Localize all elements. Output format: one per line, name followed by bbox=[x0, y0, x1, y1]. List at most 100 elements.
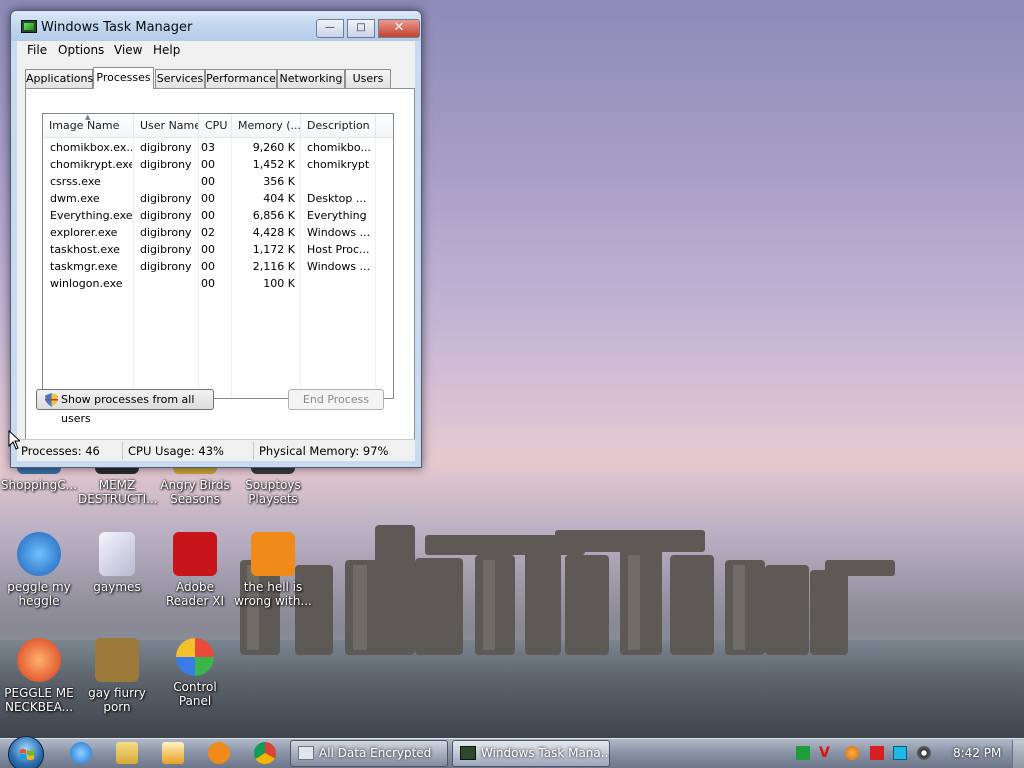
task-manager-icon bbox=[21, 20, 37, 33]
taskbar-task-all-data-encrypted[interactable]: All Data Encrypted bbox=[290, 740, 448, 767]
status-processes: Processes: 46 bbox=[21, 444, 100, 458]
table-cell: 03 bbox=[201, 141, 215, 154]
table-row[interactable]: dwm.exe digibrony 00 404 K Desktop ... bbox=[43, 190, 393, 207]
tray-antivirus-icon[interactable]: V bbox=[819, 746, 833, 760]
table-row[interactable]: taskhost.exe digibrony 00 1,172 K Host Proc.… bbox=[43, 241, 393, 258]
desktop-icon-peggle[interactable]: peggle my heggle bbox=[0, 532, 78, 608]
table-cell: digibrony bbox=[140, 260, 192, 273]
maximize-button[interactable]: □ bbox=[347, 19, 375, 38]
desktop-icon-control-panel[interactable]: Control Panel bbox=[156, 638, 234, 708]
column-image-name[interactable]: ▲ Image Name bbox=[43, 114, 134, 138]
table-cell: 404 K bbox=[263, 192, 295, 205]
table-cell: Everything.exe bbox=[50, 209, 132, 222]
desktop-icon-box[interactable]: gay fiurry porn bbox=[78, 638, 156, 714]
desktop-icon-label: ShoppingC... bbox=[0, 478, 78, 492]
table-cell: 00 bbox=[201, 175, 215, 188]
table-row[interactable]: winlogon.exe 00 100 K bbox=[43, 275, 393, 292]
task-label: All Data Encrypted bbox=[319, 746, 432, 760]
folder-icon bbox=[99, 532, 135, 576]
desktop-icon-label: gaymes bbox=[93, 580, 141, 594]
table-cell: 00 bbox=[201, 209, 215, 222]
uc-browser-icon bbox=[251, 532, 295, 576]
desktop-icon-label: Angry Birds Seasons bbox=[160, 478, 230, 506]
column-description[interactable]: Description bbox=[301, 114, 376, 138]
task-manager-icon bbox=[460, 746, 476, 760]
window-title: Windows Task Manager bbox=[41, 20, 193, 35]
table-cell bbox=[140, 275, 196, 292]
menu-file[interactable]: File bbox=[27, 43, 47, 57]
table-cell: 9,260 K bbox=[252, 141, 295, 154]
tab-services[interactable]: Services bbox=[155, 69, 205, 88]
tab-users[interactable]: Users bbox=[345, 69, 391, 88]
column-user-name[interactable]: User Name bbox=[134, 114, 199, 138]
menu-options[interactable]: Options bbox=[58, 43, 104, 57]
status-memory: Physical Memory: 97% bbox=[259, 444, 389, 458]
media-player-icon[interactable] bbox=[162, 742, 184, 764]
table-cell bbox=[307, 275, 373, 292]
chrome-icon[interactable] bbox=[254, 742, 276, 764]
tab-processes[interactable]: Processes bbox=[93, 67, 154, 89]
tray-flag-icon[interactable] bbox=[870, 746, 884, 760]
tray-display-icon[interactable] bbox=[893, 746, 907, 760]
table-row[interactable]: explorer.exe digibrony 02 4,428 K Windows ..… bbox=[43, 224, 393, 241]
box-app-icon bbox=[95, 638, 139, 682]
end-process-button[interactable]: End Process bbox=[288, 389, 384, 410]
table-cell: 356 K bbox=[263, 175, 295, 188]
desktop-icon-adobe-reader[interactable]: Adobe Reader XI bbox=[156, 532, 234, 608]
desktop-icon-label: the hell is wrong with... bbox=[234, 580, 312, 608]
status-bar: Processes: 46 CPU Usage: 43% Physical Me… bbox=[17, 439, 415, 461]
table-cell: 1,172 K bbox=[252, 243, 295, 256]
peggle-icon bbox=[17, 638, 61, 682]
process-list[interactable]: ▲ Image Name User Name CPU Memory (... D… bbox=[42, 113, 394, 399]
task-manager-window[interactable]: Windows Task Manager — □ ✕ File Options … bbox=[10, 10, 422, 468]
window-client: File Options View Help Applications Proc… bbox=[17, 41, 415, 461]
windows-logo-icon bbox=[20, 749, 34, 760]
minimize-button[interactable]: — bbox=[316, 19, 344, 38]
table-cell: digibrony bbox=[140, 158, 192, 171]
table-cell: digibrony bbox=[140, 192, 192, 205]
internet-explorer-icon[interactable] bbox=[70, 742, 92, 764]
tab-applications[interactable]: Applications bbox=[25, 69, 93, 88]
tray-search-icon[interactable] bbox=[845, 746, 859, 760]
desktop-icon-gaymes[interactable]: gaymes bbox=[78, 532, 156, 594]
title-bar[interactable]: Windows Task Manager — □ ✕ bbox=[11, 11, 421, 41]
table-cell: 4,428 K bbox=[252, 226, 295, 239]
taskbar-clock[interactable]: 8:42 PM bbox=[953, 746, 1001, 760]
table-cell: 100 K bbox=[263, 277, 295, 290]
menu-view[interactable]: View bbox=[114, 43, 142, 57]
table-cell: 2,116 K bbox=[252, 260, 295, 273]
uc-browser-icon[interactable] bbox=[208, 742, 230, 764]
status-divider bbox=[253, 442, 254, 460]
table-cell: taskmgr.exe bbox=[50, 260, 118, 273]
table-cell: Windows ... bbox=[307, 260, 371, 273]
table-cell: Host Proc... bbox=[307, 243, 370, 256]
tray-volume-icon[interactable] bbox=[917, 746, 931, 760]
tab-performance[interactable]: Performance bbox=[205, 69, 277, 88]
table-row[interactable]: taskmgr.exe digibrony 00 2,116 K Windows ... bbox=[43, 258, 393, 275]
process-list-header: ▲ Image Name User Name CPU Memory (... D… bbox=[43, 114, 393, 138]
desktop-icon-peggle-neckbeard[interactable]: PEGGLE ME NECKBEA... bbox=[0, 638, 78, 714]
table-row[interactable]: Everything.exe digibrony 00 6,856 K Everythi… bbox=[43, 207, 393, 224]
table-row[interactable]: csrss.exe 00 356 K bbox=[43, 173, 393, 190]
control-panel-icon bbox=[176, 638, 214, 676]
taskbar-task-task-manager[interactable]: Windows Task Mana... bbox=[452, 740, 610, 767]
show-all-processes-button[interactable]: Show processes from all users bbox=[36, 389, 214, 425]
table-cell: csrss.exe bbox=[50, 175, 101, 188]
windows-explorer-icon[interactable] bbox=[116, 742, 138, 764]
table-cell: 00 bbox=[201, 158, 215, 171]
table-row[interactable]: chomikrypt.exe digibrony 00 1,452 K chomikry… bbox=[43, 156, 393, 173]
close-button[interactable]: ✕ bbox=[378, 19, 420, 38]
mouse-cursor-icon bbox=[8, 430, 20, 450]
tab-networking[interactable]: Networking bbox=[277, 69, 345, 88]
desktop-icon-label: Control Panel bbox=[173, 680, 217, 708]
show-desktop-button[interactable] bbox=[1012, 740, 1024, 768]
desktop-icon-uc-browser[interactable]: the hell is wrong with... bbox=[234, 532, 312, 608]
table-row[interactable]: chomikbox.ex... digibrony 03 9,260 K chomikb… bbox=[43, 139, 393, 156]
start-button[interactable] bbox=[8, 736, 44, 768]
sort-ascending-icon: ▲ bbox=[85, 114, 91, 121]
table-cell: taskhost.exe bbox=[50, 243, 120, 256]
menu-help[interactable]: Help bbox=[153, 43, 180, 57]
column-memory[interactable]: Memory (... bbox=[232, 114, 301, 138]
column-cpu[interactable]: CPU bbox=[199, 114, 232, 138]
tray-network-icon[interactable] bbox=[796, 746, 810, 760]
